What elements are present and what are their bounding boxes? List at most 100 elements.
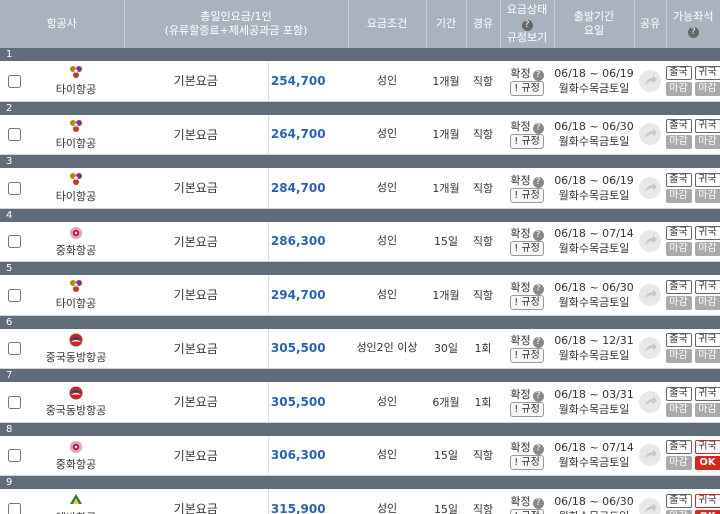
inbound-status[interactable]: OK (694, 509, 720, 514)
fare-price[interactable]: 305,500 (267, 328, 348, 369)
rule-button[interactable]: ! 규정 (510, 294, 544, 310)
help-icon[interactable]: ? (532, 283, 544, 295)
help-icon[interactable]: ? (532, 69, 544, 81)
row-select-checkbox[interactable] (7, 74, 21, 88)
row-select-checkbox[interactable] (7, 128, 21, 141)
row-select-checkbox[interactable] (7, 502, 21, 514)
rule-button[interactable]: ! 규정 (510, 80, 544, 96)
table-row[interactable]: 중국동방항공 기본요금 305,500 성인 6개월 1회 확정? ! 규정 0… (0, 382, 720, 423)
help-icon[interactable]: ? (687, 27, 699, 38)
inbound-label: 귀국 (694, 65, 720, 80)
seats-cell: 출국 귀국 마감 마감 (665, 168, 720, 209)
rule-button[interactable]: ! 규정 (510, 455, 544, 471)
row-select-checkbox[interactable] (7, 235, 21, 248)
help-icon[interactable]: ? (532, 176, 544, 188)
inbound-status[interactable]: 마감 (694, 81, 720, 96)
rule-button[interactable]: ! 규정 (510, 241, 544, 257)
header-fare: 총일인요금/1인 (유류할증료+제세공과금 포함) (124, 0, 349, 48)
inbound-label: 귀국 (694, 279, 720, 294)
table-row[interactable]: 중화항공 기본요금 306,300 성인 15일 직항 확정? ! 규정 06/… (0, 435, 720, 476)
row-number: 4 (0, 208, 720, 222)
table-row[interactable]: 타이항공 기본요금 294,700 성인 1개월 직항 확정? ! 규정 06/… (0, 275, 720, 316)
share-cell (634, 328, 666, 369)
row-number-bar: 2 (0, 101, 720, 115)
row-select-checkbox[interactable] (7, 342, 21, 355)
inbound-label: 귀국 (694, 333, 720, 348)
table-row[interactable]: 에바항공 기본요금 315,900 성인 15일 직항 확정? ! 규정 06/… (0, 489, 720, 514)
fare-status: 확정 (510, 441, 531, 455)
fare-price[interactable]: 305,500 (267, 382, 348, 423)
help-icon[interactable]: ? (532, 230, 544, 242)
rule-button[interactable]: ! 규정 (510, 348, 544, 364)
help-icon[interactable]: ? (521, 20, 533, 31)
fare-status-cell: 확정? ! 규정 (500, 114, 554, 155)
weekdays: 월화수목금토일 (558, 295, 630, 309)
share-icon[interactable] (639, 390, 661, 413)
row-select-checkbox[interactable] (7, 449, 21, 462)
header-status: 요금상태 ? 규정보기 (500, 0, 555, 48)
inbound-status[interactable]: 마감 (694, 349, 720, 364)
share-icon[interactable] (639, 69, 661, 92)
airline-name: 타이항공 (55, 83, 97, 97)
rule-button[interactable]: ! 규정 (510, 401, 544, 417)
seats-cell: 출국 귀국 마감 OK (665, 435, 720, 476)
period-cell: 06/18 ~ 06/30 월화수목금토일 (554, 489, 634, 514)
header-share: 공유 (634, 0, 667, 48)
help-icon[interactable]: ? (532, 390, 544, 402)
share-icon[interactable] (639, 230, 661, 253)
inbound-status[interactable]: OK (694, 456, 720, 471)
row-select-checkbox[interactable] (7, 395, 21, 409)
inbound-status[interactable]: 마감 (694, 135, 720, 150)
fare-price[interactable]: 286,300 (267, 221, 348, 262)
airline-name: 에바항공 (28, 509, 124, 514)
outbound-status[interactable]: 마감 (665, 509, 692, 514)
row-select-checkbox[interactable] (7, 288, 21, 302)
fare-price[interactable]: 264,700 (267, 114, 348, 155)
table-row[interactable]: 타이항공 기본요금 284,700 성인 1개월 직항 확정? ! 규정 06/… (0, 168, 720, 209)
outbound-status[interactable]: 마감 (665, 402, 692, 417)
share-icon[interactable] (639, 176, 661, 199)
fare-price[interactable]: 315,900 (267, 489, 348, 514)
fare-condition: 성인2인 이상 (348, 328, 426, 369)
outbound-status[interactable]: 마감 (665, 295, 692, 310)
rule-button[interactable]: ! 규정 (510, 187, 544, 203)
stay-duration: 15일 (426, 489, 466, 514)
table-row[interactable]: 중화항공 기본요금 286,300 성인 15일 직항 확정? ! 규정 06/… (0, 221, 720, 262)
fare-price[interactable]: 284,700 (267, 168, 348, 209)
outbound-status[interactable]: 마감 (665, 242, 692, 257)
fare-price[interactable]: 294,700 (267, 275, 348, 316)
fare-price[interactable]: 306,300 (267, 435, 348, 476)
share-icon[interactable] (639, 497, 661, 514)
route-type: 직항 (466, 275, 500, 316)
outbound-status[interactable]: 마감 (665, 81, 692, 96)
row-select-checkbox[interactable] (7, 181, 21, 195)
inbound-status[interactable]: 마감 (694, 295, 720, 310)
weekdays: 월화수목금토일 (554, 509, 634, 514)
share-icon[interactable] (639, 123, 661, 146)
outbound-status[interactable]: 마감 (665, 456, 692, 471)
table-row[interactable]: 중국동방항공 기본요금 305,500 성인2인 이상 30일 1회 확정? !… (0, 328, 720, 369)
outbound-label: 출국 (665, 493, 692, 508)
outbound-status[interactable]: 마감 (665, 135, 692, 150)
rule-button[interactable]: ! 규정 (510, 508, 544, 514)
rule-button[interactable]: ! 규정 (510, 134, 544, 150)
share-icon[interactable] (639, 337, 661, 360)
share-icon[interactable] (639, 283, 661, 306)
table-row[interactable]: 타이항공 기본요금 264,700 성인 1개월 직항 확정? ! 규정 06/… (0, 114, 720, 155)
help-icon[interactable]: ? (532, 123, 544, 135)
share-icon[interactable] (639, 444, 661, 467)
inbound-status[interactable]: 마감 (694, 402, 720, 417)
table-row[interactable]: 타이항공 기본요금 254,700 성인 1개월 직항 확정? ! 규정 06/… (0, 61, 720, 102)
help-icon[interactable]: ? (532, 337, 544, 349)
departure-period: 06/18 ~ 06/30 (554, 120, 634, 134)
help-icon[interactable]: ? (532, 497, 544, 509)
fare-condition: 성인 (348, 275, 426, 316)
fare-status: 확정 (510, 494, 531, 508)
inbound-status[interactable]: 마감 (694, 188, 720, 203)
outbound-status[interactable]: 마감 (665, 188, 692, 203)
fare-price[interactable]: 254,700 (267, 61, 348, 102)
inbound-status[interactable]: 마감 (694, 242, 720, 257)
route-type: 직항 (466, 221, 500, 262)
help-icon[interactable]: ? (532, 444, 544, 456)
outbound-status[interactable]: 마감 (665, 349, 692, 364)
